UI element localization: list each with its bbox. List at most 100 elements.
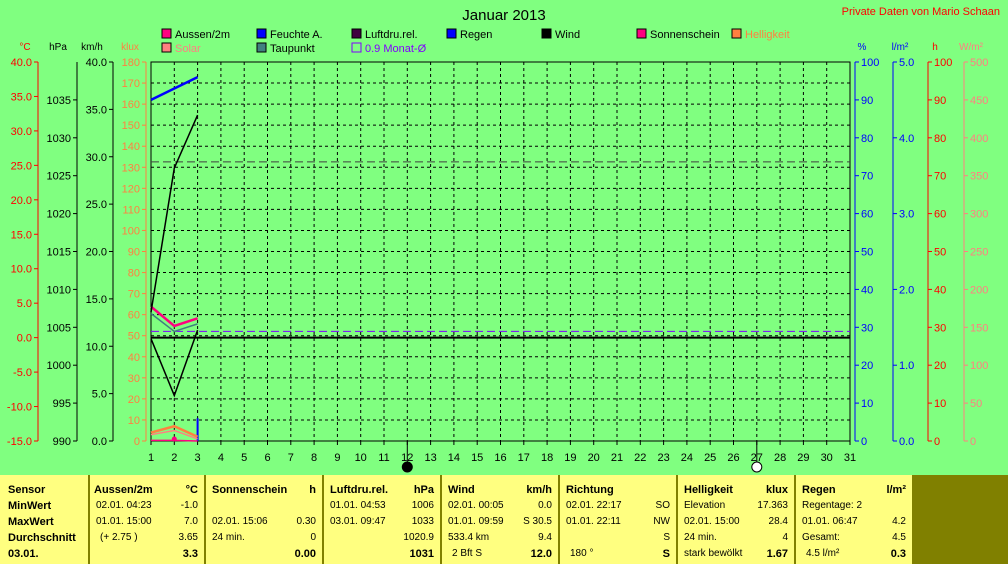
x-tick-label: 7: [288, 452, 294, 464]
klux-tick-label: 120: [122, 183, 140, 195]
x-tick-label: 15: [471, 452, 483, 464]
x-tick-label: 4: [218, 452, 224, 464]
solar-axis-unit: W/m²: [959, 42, 984, 53]
direction-current-value: S: [662, 548, 670, 560]
temp-tick-label: 30.0: [11, 126, 32, 138]
klux-tick-label: 160: [122, 99, 140, 111]
sunshine-column: Sonnenschein h 02.01. 15:06 0.30 24 min. 0 …: [206, 475, 322, 564]
x-tick-label: 21: [611, 452, 623, 464]
solar-tick-label: 150: [970, 322, 988, 334]
aussen-unit: °C: [185, 484, 198, 496]
legend-swatch-solar: [161, 42, 172, 53]
legend-swatch-0-9-monat-: [351, 42, 362, 53]
day-marker-filled: [401, 461, 413, 473]
aussen-max-value: 7.0: [184, 516, 198, 527]
humidity-tick-label: 60: [861, 209, 873, 221]
temp-tick-label: 5.0: [17, 298, 32, 310]
wind-unit: km/h: [526, 484, 552, 496]
pressure-current-value: 1031: [409, 548, 434, 560]
legend-label-helligkeit: Helligkeit: [745, 29, 790, 41]
pressure-tick-label: 1025: [47, 171, 71, 183]
klux-tick-label: 170: [122, 78, 140, 90]
x-tick-label: 10: [355, 452, 367, 464]
pressure-max-value: 1033: [411, 516, 434, 527]
sunshine-unit: h: [309, 484, 316, 496]
x-tick-label: 19: [564, 452, 576, 464]
sunshine-tick-label: 10: [934, 398, 946, 410]
humidity-tick-label: 20: [861, 360, 873, 372]
direction-column: Richtung 02.01. 22:17 SO 01.01. 22:11 NW S…: [560, 475, 676, 564]
x-tick-label: 17: [518, 452, 530, 464]
aussen-current-value: 3.3: [182, 548, 198, 560]
klux-tick-label: 0: [134, 436, 140, 448]
pressure-tick-label: 1015: [47, 247, 71, 259]
legend-swatch-taupunkt: [256, 42, 267, 53]
legend-label-solar: Solar: [175, 43, 201, 55]
legend-swatch-luftdru-rel-: [351, 28, 362, 39]
rain-column: Regen l/m² Regentage: 2 01.01. 06:47 4.2 G…: [796, 475, 912, 564]
brightness-current-note: stark bewölkt: [684, 548, 743, 559]
sunshine-tick-label: 60: [934, 209, 946, 221]
aussen-min-time: 02.01. 04:23: [96, 500, 152, 511]
humidity-tick-label: 10: [861, 398, 873, 410]
x-tick-label: 29: [797, 452, 809, 464]
temp-tick-label: 15.0: [11, 229, 32, 241]
aussen-max-time: 01.01. 15:00: [96, 516, 152, 527]
x-tick-label: 9: [334, 452, 340, 464]
x-tick-label: 20: [588, 452, 600, 464]
rain-axis-unit: l/m²: [892, 42, 909, 53]
rain-total-value: 4.5: [892, 532, 906, 543]
pressure-tick-label: 1030: [47, 133, 71, 145]
sunshine-tick-label: 80: [934, 133, 946, 145]
wind-max-time: 01.01. 09:59: [448, 516, 504, 527]
pressure-min-time: 01.01. 04:53: [330, 500, 386, 511]
elevation-label: Elevation: [684, 500, 726, 511]
statistics-table: Sensor MinWert MaxWert Durchschnitt 03.0…: [0, 475, 1008, 564]
klux-tick-label: 30: [128, 373, 140, 385]
x-tick-label: 22: [634, 452, 646, 464]
pressure-tick-label: 1010: [47, 284, 71, 296]
rain-current-value: 0.3: [890, 548, 906, 560]
pressure-tick-label: 990: [53, 436, 71, 448]
rain-tick-label: 4.0: [899, 133, 914, 145]
solar-tick-label: 400: [970, 133, 988, 145]
humidity-tick-label: 30: [861, 322, 873, 334]
rain-header: Regen: [802, 484, 836, 496]
legend-swatch-wind: [541, 28, 552, 39]
humidity-tick-label: 70: [861, 171, 873, 183]
weather-chart-window: 1 2 3 4 5 6 7 8 9 10 11 12 13 14 15 16 17 18 19 20 21 22 23 24 2…: [0, 0, 1008, 564]
wind-axis-unit: km/h: [81, 42, 103, 53]
humidity-tick-label: 90: [861, 95, 873, 107]
wind-current-value: 12.0: [530, 548, 552, 560]
rain-tick-label: 3.0: [899, 209, 914, 221]
direction-max-time: 01.01. 22:11: [566, 516, 621, 527]
sensor-header: Sensor: [8, 484, 46, 496]
temp-tick-label: 0.0: [17, 333, 32, 345]
legend: Aussen/2m Solar Feuchte A. Taupunkt Luftdru.…: [161, 28, 790, 55]
klux-tick-label: 10: [128, 415, 140, 427]
solar-tick-label: 500: [970, 57, 988, 69]
temp-axis-unit: °C: [19, 42, 30, 53]
sunshine-tick-label: 0: [934, 436, 940, 448]
aussen-min-value: -1.0: [180, 500, 198, 511]
solar-tick-label: 450: [970, 95, 988, 107]
klux-tick-label: 80: [128, 268, 140, 280]
brightness-current-value: 1.67: [766, 548, 788, 560]
legend-swatch-feuchte-a-: [256, 28, 267, 39]
wind-tick-label: 10.0: [86, 341, 107, 353]
x-tick-label: 24: [681, 452, 693, 464]
sunshine-tick-label: 100: [934, 57, 952, 69]
humidity-tick-label: 40: [861, 284, 873, 296]
owner-label: Private Daten von Mario Schaan: [842, 6, 1000, 18]
current-date-label: 03.01.: [8, 548, 39, 560]
wind-tick-label: 5.0: [92, 389, 107, 401]
wind-avg-note: 533.4 km: [448, 532, 490, 543]
klux-tick-label: 50: [128, 331, 140, 343]
pressure-tick-label: 995: [53, 398, 71, 410]
solar-tick-label: 300: [970, 209, 988, 221]
solar-tick-label: 0: [970, 436, 976, 448]
legend-label-luftdru-rel-: Luftdru.rel.: [365, 29, 418, 41]
pressure-header: Luftdru.rel.: [330, 484, 389, 496]
direction-avg-value: S: [663, 532, 670, 543]
x-tick-label: 31: [844, 452, 856, 464]
